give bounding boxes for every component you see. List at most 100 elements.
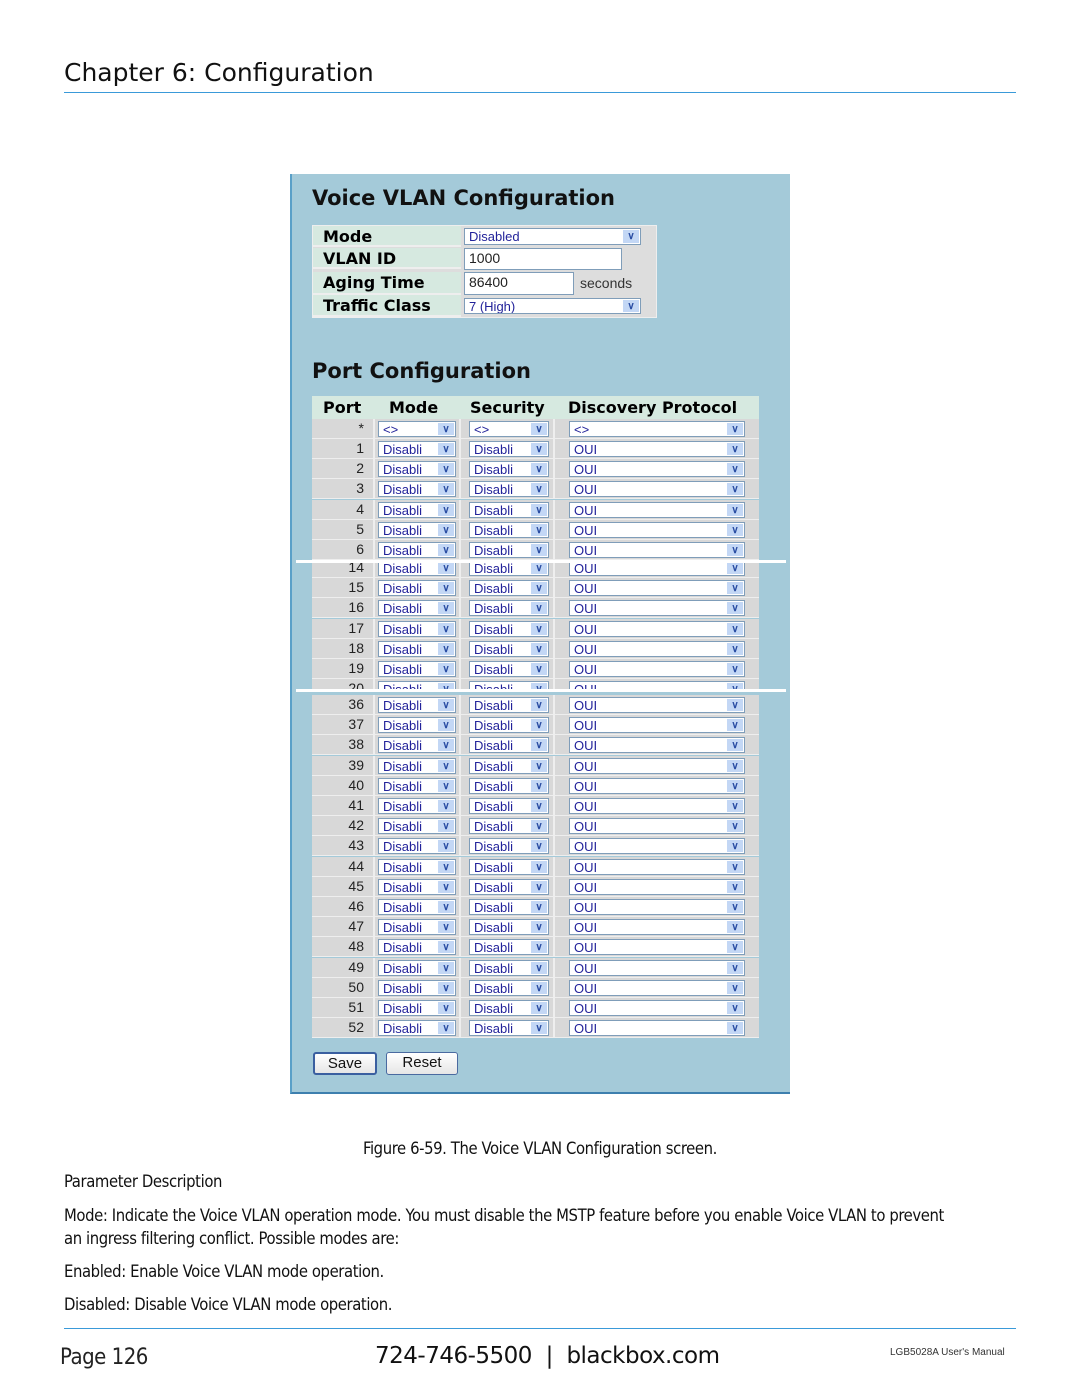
discovery-select[interactable]: OUI ∨ [569,717,745,734]
mode-select[interactable]: Disabli ∨ [378,717,456,734]
discovery-select[interactable]: OUI ∨ [569,521,745,538]
discovery-select[interactable]: OUI ∨ [569,878,745,895]
mode-select[interactable]: Disabli ∨ [378,939,456,956]
security-select[interactable]: Disabli ∨ [469,441,549,457]
mode-select[interactable]: Disabli ∨ [378,858,456,875]
discovery-select[interactable]: OUI ∨ [569,838,745,855]
security-select[interactable]: Disabli ∨ [469,798,549,814]
mode-select[interactable]: Disabli ∨ [378,620,456,637]
header-rule [64,92,1016,93]
security-select[interactable]: Disabli ∨ [469,600,549,617]
mode-select[interactable]: Disabli ∨ [378,818,456,835]
mode-select[interactable]: Disabli ∨ [378,798,456,814]
security-select[interactable]: Disabli ∨ [469,899,549,915]
discovery-select[interactable]: OUI ∨ [569,959,745,976]
mode-select[interactable]: Disabli ∨ [378,661,456,677]
security-select[interactable]: <> ∨ [469,421,549,437]
security-select[interactable]: Disabli ∨ [469,878,549,895]
security-select[interactable]: Disabli ∨ [469,838,549,855]
security-select[interactable]: Disabli ∨ [469,757,549,774]
mode-select[interactable]: Disabli ∨ [378,461,456,478]
website-link[interactable]: blackbox.com [566,1343,720,1369]
discovery-select[interactable]: OUI ∨ [569,798,745,814]
security-select[interactable]: Disabli ∨ [469,562,549,576]
discovery-select[interactable]: OUI ∨ [569,979,745,996]
mode-select[interactable]: Disabli ∨ [378,542,456,558]
security-select[interactable]: Disabli ∨ [469,959,549,976]
chevron-down-icon: ∨ [438,719,454,732]
discovery-select[interactable]: OUI ∨ [569,501,745,518]
security-select[interactable]: Disabli ∨ [469,1000,549,1016]
mode-select[interactable]: Disabli ∨ [378,878,456,895]
discovery-select[interactable]: OUI ∨ [569,818,745,835]
security-select[interactable]: Disabli ∨ [469,620,549,637]
security-select[interactable]: Disabli ∨ [469,777,549,794]
security-select[interactable]: Disabli ∨ [469,858,549,875]
security-select[interactable]: Disabli ∨ [469,461,549,478]
discovery-select[interactable]: OUI ∨ [569,620,745,637]
mode-select[interactable]: Disabli ∨ [378,838,456,855]
mode-select[interactable]: Disabli ∨ [378,521,456,538]
security-select[interactable]: Disabli ∨ [469,501,549,518]
mode-select[interactable]: Disabli ∨ [378,697,456,713]
security-select[interactable]: Disabli ∨ [469,939,549,956]
vlan-id-input[interactable]: 1000 [464,248,622,270]
reset-button[interactable]: Reset [386,1052,458,1075]
mode-select[interactable]: Disabli ∨ [378,562,456,576]
discovery-select[interactable]: OUI ∨ [569,858,745,875]
discovery-select[interactable]: OUI ∨ [569,441,745,457]
security-select[interactable]: Disabli ∨ [469,697,549,713]
discovery-select[interactable]: OUI ∨ [569,899,745,915]
traffic-class-select[interactable]: 7 (High) ∨ [464,298,641,314]
security-select[interactable]: Disabli ∨ [469,640,549,657]
aging-time-input[interactable]: 86400 [464,272,574,295]
discovery-select[interactable]: OUI ∨ [569,600,745,617]
discovery-select[interactable]: OUI ∨ [569,1020,745,1037]
mode-select[interactable]: Disabli ∨ [378,757,456,774]
discovery-select[interactable]: OUI ∨ [569,777,745,794]
security-select[interactable]: Disabli ∨ [469,580,549,597]
security-select[interactable]: Disabli ∨ [469,919,549,936]
security-select[interactable]: Disabli ∨ [469,818,549,835]
mode-select[interactable]: Disabli ∨ [378,899,456,915]
discovery-select[interactable]: OUI ∨ [569,757,745,774]
mode-select[interactable]: Disabli ∨ [378,481,456,498]
discovery-select[interactable]: OUI ∨ [569,939,745,956]
discovery-select[interactable]: OUI ∨ [569,461,745,478]
security-select[interactable]: Disabli ∨ [469,521,549,538]
mode-select[interactable]: Disabli ∨ [378,919,456,936]
mode-select[interactable]: Disabli ∨ [378,737,456,754]
discovery-select[interactable]: OUI ∨ [569,580,745,597]
mode-select[interactable]: Disabli ∨ [378,777,456,794]
save-button[interactable]: Save [313,1052,377,1075]
mode-select[interactable]: Disabli ∨ [378,580,456,597]
discovery-select[interactable]: OUI ∨ [569,1000,745,1016]
discovery-select[interactable]: OUI ∨ [569,640,745,657]
discovery-select[interactable]: OUI ∨ [569,661,745,677]
security-select[interactable]: Disabli ∨ [469,661,549,677]
discovery-select[interactable]: OUI ∨ [569,697,745,713]
security-select[interactable]: Disabli ∨ [469,1020,549,1037]
discovery-select[interactable]: OUI ∨ [569,562,745,576]
discovery-select[interactable]: OUI ∨ [569,737,745,754]
mode-select[interactable]: Disabli ∨ [378,640,456,657]
security-select-value: Disabli [474,621,514,637]
mode-select[interactable]: Disabli ∨ [378,1020,456,1037]
security-select[interactable]: Disabli ∨ [469,979,549,996]
discovery-select[interactable]: OUI ∨ [569,481,745,498]
mode-select[interactable]: Disabli ∨ [378,441,456,457]
mode-select[interactable]: Disabli ∨ [378,959,456,976]
mode-select[interactable]: Disabli ∨ [378,1000,456,1016]
mode-select[interactable]: Disabled ∨ [464,228,641,245]
security-select[interactable]: Disabli ∨ [469,542,549,558]
discovery-select[interactable]: OUI ∨ [569,919,745,936]
discovery-select[interactable]: OUI ∨ [569,542,745,558]
mode-select[interactable]: Disabli ∨ [378,600,456,617]
mode-select[interactable]: Disabli ∨ [378,979,456,996]
mode-select[interactable]: <> ∨ [378,421,456,437]
security-select[interactable]: Disabli ∨ [469,717,549,734]
mode-select[interactable]: Disabli ∨ [378,501,456,518]
security-select[interactable]: Disabli ∨ [469,481,549,498]
discovery-select[interactable]: <> ∨ [569,421,745,437]
security-select[interactable]: Disabli ∨ [469,737,549,754]
